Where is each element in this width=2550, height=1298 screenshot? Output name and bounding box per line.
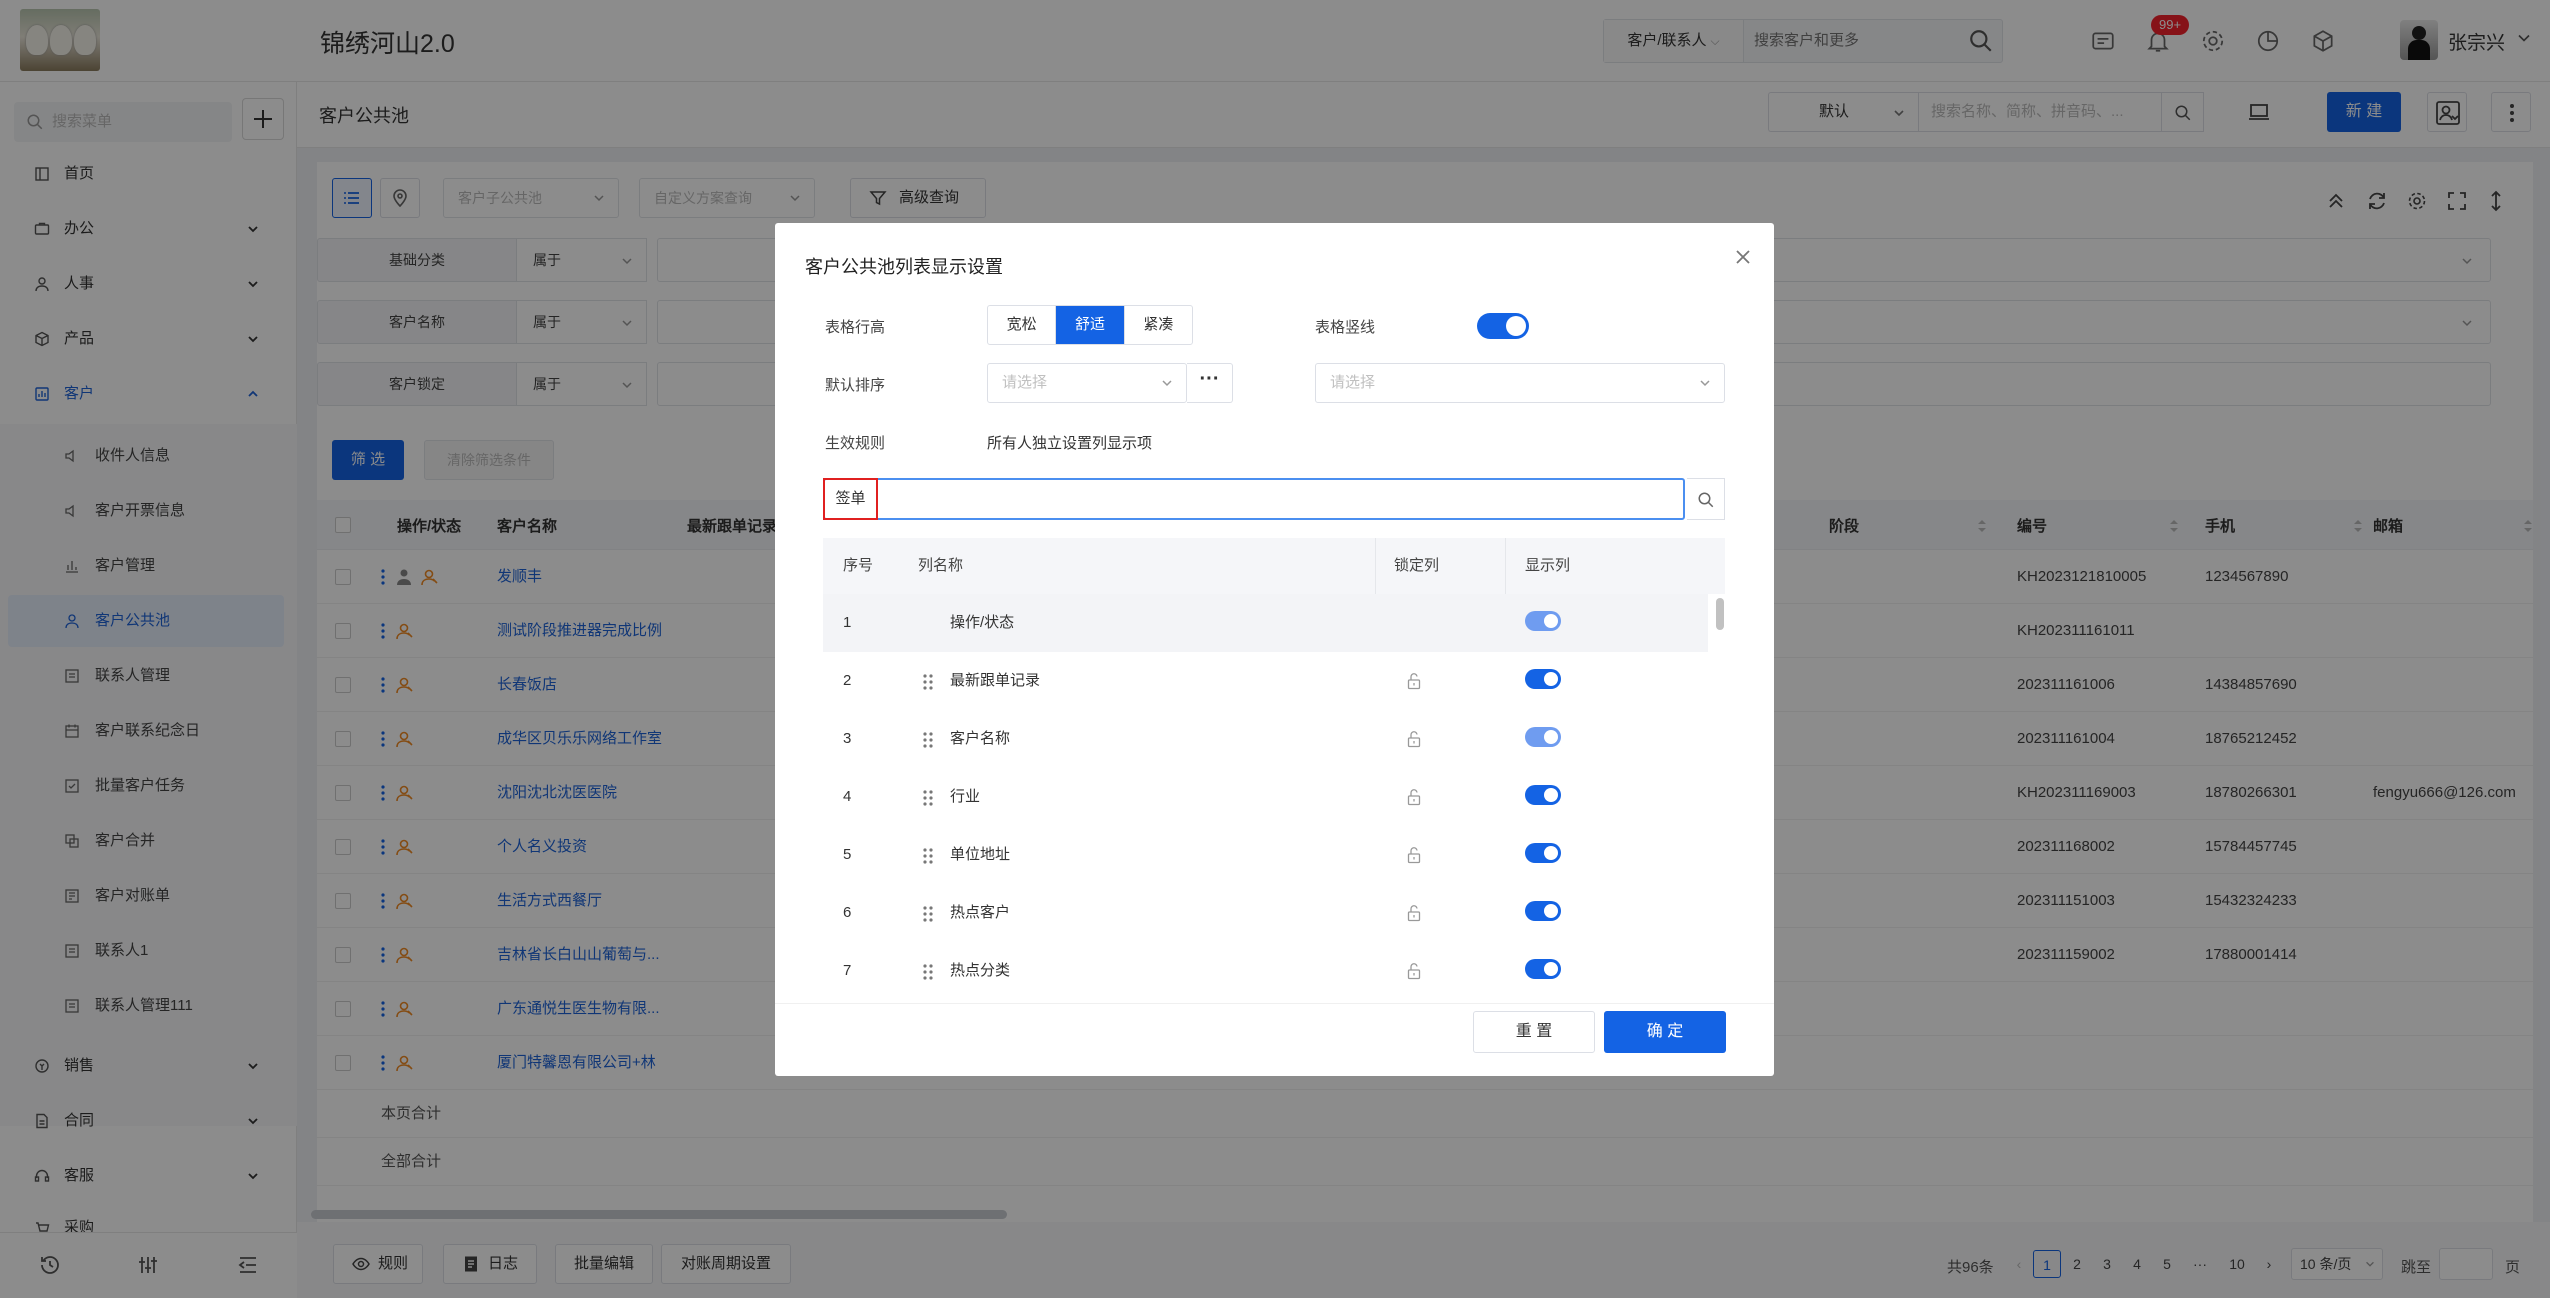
column-name: 最新跟单记录	[950, 672, 1041, 689]
dialog-footer-divider	[775, 1003, 1774, 1004]
column-row[interactable]: 5 单位地址	[823, 826, 1708, 884]
column-name: 行业	[950, 788, 981, 805]
chevron-down-icon	[1700, 380, 1710, 387]
column-no: 7	[843, 962, 852, 979]
drag-handle-icon[interactable]	[922, 731, 934, 749]
rule-label: 生效规则	[825, 435, 886, 452]
drag-handle-icon[interactable]	[922, 847, 934, 865]
reset-button[interactable]: 重 置	[1473, 1011, 1595, 1053]
header-no: 序号	[843, 557, 874, 574]
row-height-label: 表格行高	[825, 319, 886, 336]
unlock-icon[interactable]	[1406, 730, 1422, 748]
column-search-button[interactable]	[1687, 478, 1725, 520]
drag-handle-icon[interactable]	[922, 789, 934, 807]
header-lock: 锁定列	[1394, 557, 1440, 574]
chevron-down-icon	[1162, 380, 1172, 387]
show-column-toggle[interactable]	[1525, 901, 1561, 921]
sort-direction-select[interactable]: 请选择	[1315, 363, 1725, 403]
more-options-button[interactable]: ···	[1187, 363, 1233, 403]
column-list-scrollbar[interactable]	[1716, 598, 1724, 630]
header-column-name: 列名称	[918, 557, 964, 574]
unlock-icon[interactable]	[1406, 904, 1422, 922]
column-search-input[interactable]: 签单	[823, 478, 1685, 520]
row-height-option-compact[interactable]: 紧凑	[1125, 306, 1192, 344]
column-row[interactable]: 4 行业	[823, 768, 1708, 826]
rule-value: 所有人独立设置列显示项	[987, 435, 1153, 452]
confirm-button[interactable]: 确 定	[1604, 1011, 1726, 1053]
column-no: 4	[843, 788, 852, 805]
unlock-icon[interactable]	[1406, 788, 1422, 806]
row-height-segmented: 宽松 舒适 紧凑	[987, 305, 1193, 345]
column-divider	[1375, 538, 1376, 594]
column-name: 操作/状态	[950, 614, 1015, 631]
show-column-toggle[interactable]	[1525, 843, 1561, 863]
show-column-toggle[interactable]	[1525, 959, 1561, 979]
header-show: 显示列	[1525, 557, 1571, 574]
vertical-line-toggle[interactable]	[1477, 313, 1529, 339]
column-settings-dialog: 客户公共池列表显示设置 表格行高 宽松 舒适 紧凑 表格竖线 默认排序 请选择 …	[775, 223, 1774, 1076]
column-row[interactable]: 3 客户名称	[823, 710, 1708, 768]
unlock-icon[interactable]	[1406, 846, 1422, 864]
column-settings-table: 序号 列名称 锁定列 显示列 1 操作/状态 2 最新跟单记录 3 客户名称 4…	[823, 538, 1725, 985]
column-name: 热点分类	[950, 962, 1011, 979]
default-sort-label: 默认排序	[825, 377, 886, 394]
column-name: 热点客户	[950, 904, 1011, 921]
drag-handle-icon[interactable]	[922, 963, 934, 981]
show-column-toggle[interactable]	[1525, 785, 1561, 805]
column-row[interactable]: 6 热点客户	[823, 884, 1708, 942]
column-divider	[1505, 538, 1506, 594]
unlock-icon[interactable]	[1406, 962, 1422, 980]
column-no: 6	[843, 904, 852, 921]
drag-handle-icon[interactable]	[922, 673, 934, 691]
drag-handle-icon[interactable]	[922, 905, 934, 923]
column-row[interactable]: 1 操作/状态	[823, 594, 1708, 652]
vertical-line-label: 表格竖线	[1315, 319, 1376, 336]
column-no: 5	[843, 846, 852, 863]
close-icon[interactable]	[1733, 247, 1753, 267]
column-search-value: 签单	[823, 478, 878, 520]
show-column-toggle[interactable]	[1525, 727, 1561, 747]
column-row[interactable]: 7 热点分类	[823, 942, 1708, 985]
row-height-option-comfortable[interactable]: 舒适	[1056, 306, 1125, 344]
column-row[interactable]: 2 最新跟单记录	[823, 652, 1708, 710]
column-no: 1	[843, 614, 852, 631]
column-no: 3	[843, 730, 852, 747]
search-icon	[1698, 492, 1714, 508]
column-name: 客户名称	[950, 730, 1011, 747]
unlock-icon[interactable]	[1406, 672, 1422, 690]
row-height-option-loose[interactable]: 宽松	[988, 306, 1057, 344]
dialog-title: 客户公共池列表显示设置	[805, 257, 1003, 277]
show-column-toggle[interactable]	[1525, 611, 1561, 631]
column-no: 2	[843, 672, 852, 689]
sort-field-select[interactable]: 请选择	[987, 363, 1187, 403]
show-column-toggle[interactable]	[1525, 669, 1561, 689]
column-name: 单位地址	[950, 846, 1011, 863]
column-table-header: 序号 列名称 锁定列 显示列	[823, 538, 1725, 594]
